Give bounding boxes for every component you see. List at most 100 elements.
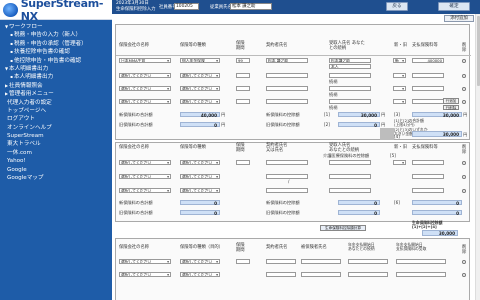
sidebar-item-yahoo[interactable]: Yahoo!	[0, 157, 112, 165]
recipient-input-1[interactable]: 松本謙之助	[329, 58, 371, 63]
contractor-input-4[interactable]	[266, 99, 308, 104]
premium-input-2[interactable]	[412, 73, 444, 78]
premium-input-3[interactable]	[412, 86, 444, 91]
pension-type-select-2[interactable]: 選択してください	[180, 272, 220, 277]
sidebar-item-top-page[interactable]: トップページへ	[0, 107, 112, 115]
care-type-select-1[interactable]: 選択してください	[180, 160, 220, 165]
care-contractor-input-1[interactable]	[266, 160, 308, 165]
care-company-select-1[interactable]: 選択してください	[119, 160, 171, 165]
care-recipient-input-2[interactable]	[329, 174, 371, 179]
add-row-button[interactable]: 行追加	[443, 98, 459, 104]
sidebar-item-other-deduction[interactable]: ▪ 他控除申告・申告書の確認	[0, 57, 112, 65]
sidebar-item-statement-output-sub[interactable]: ▪ 本人明細書出力	[0, 73, 112, 81]
care-premium-input-2[interactable]	[412, 174, 444, 179]
company-select-3[interactable]: 選択してください	[119, 86, 171, 91]
recipient-input-3[interactable]	[329, 86, 371, 91]
period-input-3[interactable]	[236, 86, 250, 91]
pension-delete-radio-1[interactable]	[462, 260, 466, 264]
delete-radio-2[interactable]	[462, 74, 466, 78]
period-input-1[interactable]: 99	[236, 58, 250, 63]
care-comparison-value: 0	[412, 209, 462, 215]
back-button[interactable]: 戻る	[386, 2, 408, 11]
care-delete-radio-2[interactable]	[462, 175, 466, 179]
care-period-input-1[interactable]	[236, 160, 250, 165]
pension-company-select-1[interactable]: 選択してください	[119, 259, 171, 264]
calc-deduction-button[interactable]: 生命保険料控除額計算	[320, 225, 366, 231]
care-company-select-2[interactable]: 選択してください	[119, 174, 171, 179]
new-old-select-4[interactable]	[393, 99, 406, 104]
delete-radio-1[interactable]	[462, 59, 466, 63]
care-contractor-input-2[interactable]	[266, 174, 308, 179]
company-select-4[interactable]: 選択してください	[119, 99, 171, 104]
pension-insured-input-1[interactable]	[301, 259, 341, 264]
company-select-1[interactable]: 日本MMA生命	[119, 58, 171, 63]
new-old-select-1[interactable]: 新	[393, 58, 406, 63]
pension-contractor-input-2[interactable]	[266, 272, 296, 277]
care-new-old-select-1[interactable]	[393, 160, 406, 165]
contractor-input-1[interactable]: 松本 謙之助	[266, 58, 308, 63]
sidebar-item-employee-info[interactable]: ▶ 社員情報照会	[0, 82, 112, 90]
premium-input-1[interactable]: 400000	[412, 58, 444, 63]
contractor-input-3[interactable]	[266, 86, 308, 91]
sidebar-item-online-help[interactable]: オンラインヘルプ	[0, 124, 112, 132]
header-type: 保険等の種類	[180, 145, 206, 150]
grand-total-value: 30,000	[422, 230, 458, 236]
type-select-2[interactable]: 選択してください	[180, 73, 220, 78]
attach-add-button[interactable]: 添付追加	[444, 15, 474, 22]
pension-annuity-input-2[interactable]	[348, 272, 388, 277]
superstream-logo[interactable]: SuperStream-NX	[0, 0, 112, 23]
care-company-select-3[interactable]: 選択してください	[119, 188, 171, 193]
contractor-input-2[interactable]	[266, 73, 308, 78]
care-delete-radio-1[interactable]	[462, 161, 466, 165]
care-contractor-input-3[interactable]	[266, 188, 308, 193]
sidebar-item-google[interactable]: Google	[0, 166, 112, 174]
pension-insured-input-2[interactable]	[301, 272, 341, 277]
type-select-4[interactable]: 選択してください	[180, 99, 220, 104]
pension-period-input-1[interactable]	[236, 259, 250, 264]
pension-start-input-1[interactable]	[396, 259, 446, 264]
care-premium-input-1[interactable]	[412, 160, 444, 165]
sidebar-item-logout[interactable]: ログアウト	[0, 115, 112, 123]
recipient-input-2[interactable]	[329, 73, 371, 78]
period-input-4[interactable]	[236, 99, 250, 104]
relation-input-1[interactable]: 本人	[329, 64, 371, 69]
sidebar-item-proxy-setting[interactable]: 代理入力者の設定	[0, 99, 112, 107]
sidebar-item-dependent-check[interactable]: ▪ 扶養控除申告書の確認	[0, 48, 112, 56]
pension-company-select-2[interactable]: 選択してください	[119, 272, 171, 277]
pension-contractor-input-1[interactable]	[266, 259, 296, 264]
sidebar-item-todai-travel[interactable]: 東大トラベル	[0, 140, 112, 148]
sidebar-item-label: 管理者用メニュー	[9, 91, 54, 98]
care-recipient-input-3[interactable]	[329, 188, 371, 193]
care-premium-input-3[interactable]	[412, 188, 444, 193]
company-select-2[interactable]: 選択してください	[119, 73, 171, 78]
delete-row-button[interactable]: 行削除	[443, 104, 459, 110]
pension-annuity-input-1[interactable]	[348, 259, 388, 264]
care-type-select-3[interactable]: 選択してください	[180, 188, 220, 193]
type-select-3[interactable]: 選択してください	[180, 86, 220, 91]
sidebar-item-ikyu[interactable]: 一休.com	[0, 149, 112, 157]
new-old-select-3[interactable]	[393, 86, 406, 91]
period-input-2[interactable]	[236, 73, 250, 78]
premium-input-4[interactable]	[412, 99, 444, 104]
employee-name-label: 従業員氏名	[210, 4, 232, 10]
confirm-button[interactable]: 確定	[438, 2, 470, 11]
pension-type-select-1[interactable]: 選択してください	[180, 259, 220, 264]
sidebar-item-workflow[interactable]: ▼ ワークフロー	[0, 23, 112, 31]
care-recipient-input-1[interactable]	[329, 160, 371, 165]
sidebar-item-statement-output[interactable]: ▼ 本人明細書出力	[0, 65, 112, 73]
sidebar-item-google-maps[interactable]: Googleマップ	[0, 174, 112, 182]
care-delete-radio-3[interactable]	[462, 189, 466, 193]
pension-delete-radio-2[interactable]	[462, 273, 466, 277]
delete-radio-4[interactable]	[462, 100, 466, 104]
delete-radio-3[interactable]	[462, 87, 466, 91]
type-select-1[interactable]: 個人年金保険	[180, 58, 220, 63]
sidebar-item-tax-input[interactable]: ▪ 税務・申告の入力（新人）	[0, 31, 112, 39]
scrollbar[interactable]	[475, 14, 480, 300]
new-old-select-2[interactable]	[393, 73, 406, 78]
sidebar-item-admin-menu[interactable]: ▶ 管理者用メニュー	[0, 90, 112, 98]
sidebar-item-tax-approve[interactable]: ▪ 税務・申告の承認（管理者）	[0, 40, 112, 48]
recipient-input-4[interactable]	[329, 99, 371, 104]
pension-start-input-2[interactable]	[396, 272, 446, 277]
sidebar-item-superstream[interactable]: SuperStream	[0, 132, 112, 140]
care-type-select-2[interactable]: 選択してください	[180, 174, 220, 179]
